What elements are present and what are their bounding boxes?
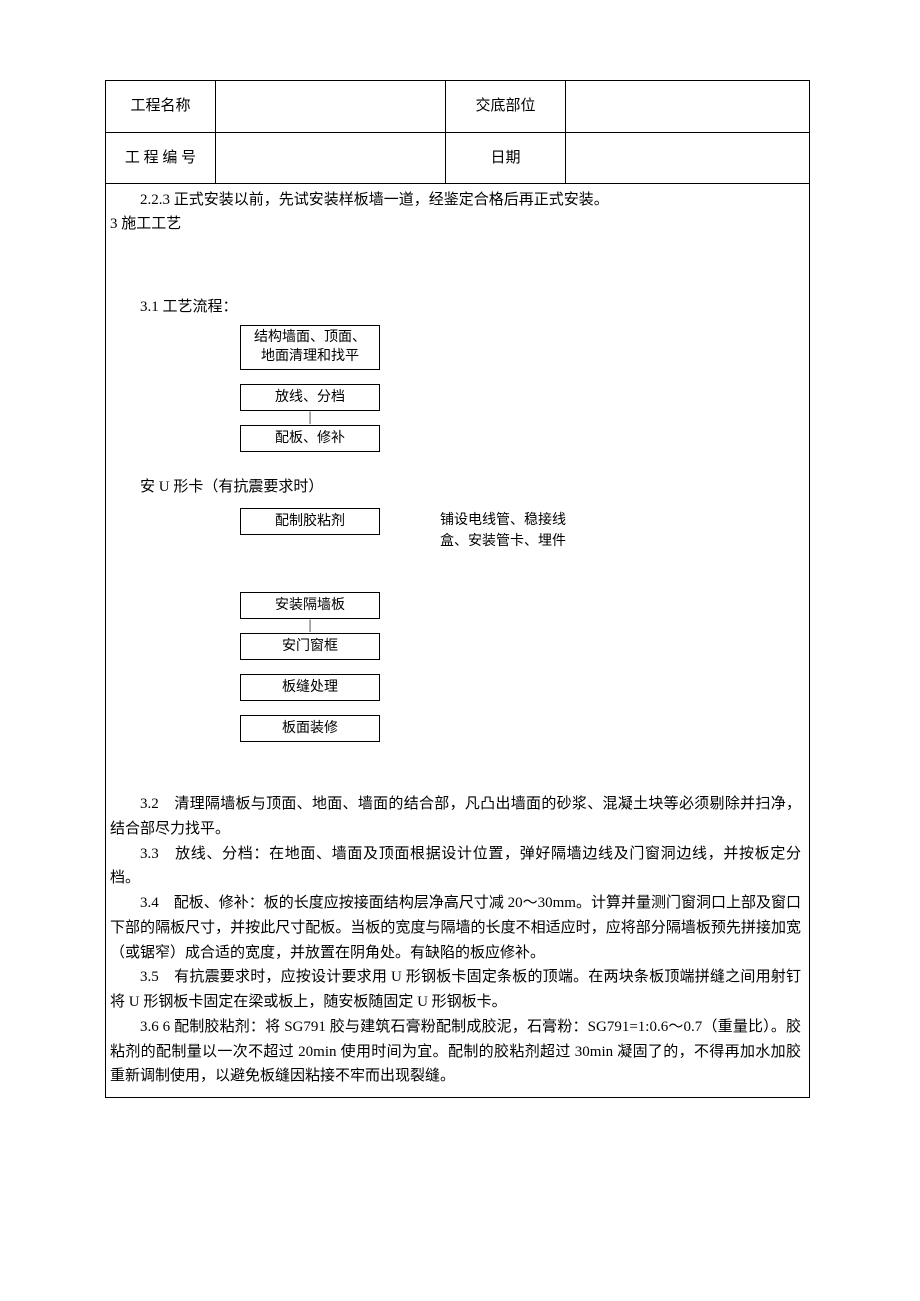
- flow-side-a: 铺设电线管、稳接线: [440, 513, 566, 528]
- flow-conn-2: |: [240, 619, 380, 633]
- proj-no-label: 工 程 编 号: [106, 132, 216, 184]
- content-cell: 2.2.3 正式安装以前，先试安装样板墙一道，经鉴定合格后再正式安装。 3 施工…: [105, 184, 810, 1098]
- flow-step-7: 板缝处理: [240, 674, 380, 701]
- flow-step-1b: 地面清理和找平: [261, 349, 359, 364]
- disclosure-label: 交底部位: [446, 81, 566, 133]
- proj-no-value: [216, 132, 446, 184]
- flow-side-b: 盒、安装管卡、埋件: [440, 534, 566, 549]
- intro-line-1: 2.2.3 正式安装以前，先试安装样板墙一道，经鉴定合格后再正式安装。: [110, 188, 801, 212]
- para-3-4: 3.4 配板、修补：板的长度应按接面结构层净高尺寸减 20～30mm。计算并量测…: [110, 891, 801, 965]
- date-label: 日期: [446, 132, 566, 184]
- flow-conn-1: |: [240, 411, 380, 425]
- proj-name-label: 工程名称: [106, 81, 216, 133]
- flow-area: 3.1 工艺流程： 结构墙面、顶面、 地面清理和找平 放线、分档 | 配板、修补…: [110, 296, 801, 742]
- flow-title: 3.1 工艺流程：: [110, 296, 801, 319]
- flow-step-5: 安装隔墙板: [240, 592, 380, 619]
- flow-step-8: 板面装修: [240, 715, 380, 742]
- flow-step-6: 安门窗框: [240, 633, 380, 660]
- flow-wide-step: 安 U 形卡（有抗震要求时）: [140, 476, 801, 499]
- para-3-2: 3.2 清理隔墙板与顶面、地面、墙面的结合部，凡凸出墙面的砂浆、混凝土块等必须剔…: [110, 792, 801, 842]
- flow-step-1: 结构墙面、顶面、 地面清理和找平: [240, 325, 380, 370]
- flow-step-2: 放线、分档: [240, 384, 380, 411]
- para-3-3: 3.3 放线、分档：在地面、墙面及顶面根据设计位置，弹好隔墙边线及门窗洞边线，并…: [110, 842, 801, 892]
- body-text: 3.2 清理隔墙板与顶面、地面、墙面的结合部，凡凸出墙面的砂浆、混凝土块等必须剔…: [110, 792, 801, 1089]
- intro-line-2: 3 施工工艺: [110, 212, 801, 236]
- proj-name-value: [216, 81, 446, 133]
- para-3-6: 3.6 6 配制胶粘剂：将 SG791 胶与建筑石膏粉配制成胶泥，石膏粉：SG7…: [110, 1015, 801, 1089]
- disclosure-value: [566, 81, 810, 133]
- date-value: [566, 132, 810, 184]
- flow-side-note: 铺设电线管、稳接线 盒、安装管卡、埋件: [440, 508, 566, 552]
- header-table: 工程名称 交底部位 工 程 编 号 日期: [105, 80, 810, 184]
- flow-step-1a: 结构墙面、顶面、: [254, 330, 366, 345]
- flow-step-4: 配制胶粘剂: [240, 508, 380, 535]
- para-3-5: 3.5 有抗震要求时，应按设计要求用 U 形钢板卡固定条板的顶端。在两块条板顶端…: [110, 965, 801, 1015]
- flow-step-3: 配板、修补: [240, 425, 380, 452]
